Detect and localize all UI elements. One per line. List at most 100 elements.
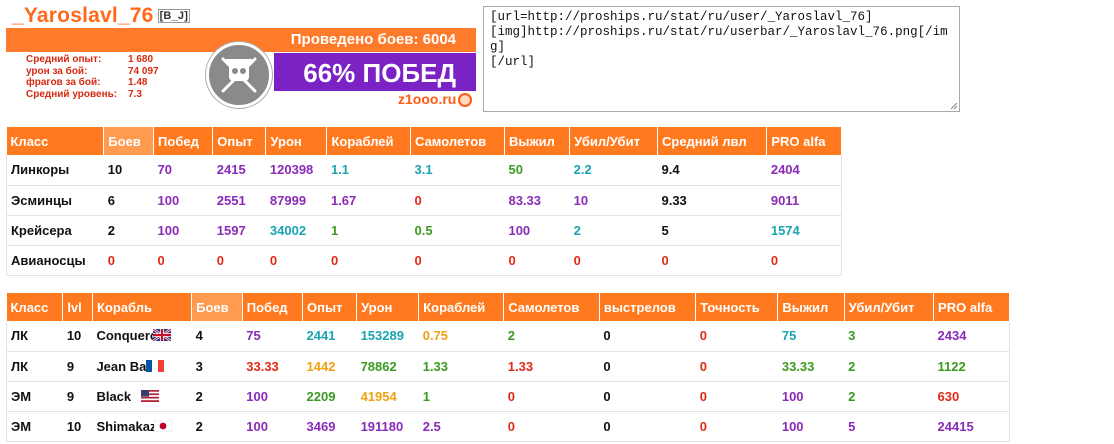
- table-cell: 2: [503, 321, 600, 352]
- table-cell: 34002: [265, 215, 327, 246]
- table-cell: 2: [569, 215, 658, 246]
- table-cell: 0: [599, 411, 696, 442]
- table-cell: 0.75: [418, 321, 504, 352]
- table-cell: 100: [777, 411, 845, 442]
- table-cell: 0: [695, 411, 778, 442]
- table-cell: 100: [242, 411, 303, 442]
- table-cell: 0.5: [410, 215, 505, 246]
- col-header[interactable]: Кораблей: [326, 127, 412, 155]
- table-cell: 2: [844, 381, 934, 412]
- col-header[interactable]: PRO alfa: [933, 293, 1010, 321]
- table-cell: 0: [766, 245, 842, 276]
- table-cell: 100: [153, 185, 213, 216]
- table-cell: 10: [103, 155, 154, 186]
- col-header[interactable]: Самолетов: [503, 293, 600, 321]
- userbar-stats: Средний опыт: 1 680 урон за бой: 74 097 фр…: [26, 54, 159, 100]
- table-row: Авианосцы 0 0 0 0 0 0 0 0 0 0: [6, 245, 842, 276]
- resize-grip-icon[interactable]: [948, 100, 958, 110]
- france-flag-icon: [145, 359, 164, 372]
- class-table-header: Класс Боев Побед Опыт Урон Кораблей Само…: [6, 127, 842, 155]
- table-row: Эсминцы 6 100 2551 87999 1.67 0 83.33 10…: [6, 185, 842, 216]
- table-cell: 0: [504, 245, 570, 276]
- table-cell: 0: [599, 321, 696, 352]
- table-cell: 3469: [302, 411, 357, 442]
- col-header[interactable]: Боев: [103, 127, 155, 155]
- table-cell: 2209: [302, 381, 357, 412]
- table-cell: 2404: [766, 155, 842, 186]
- table-cell: 9: [62, 381, 93, 412]
- col-header[interactable]: Класс: [6, 293, 64, 321]
- table-cell: 2: [191, 411, 243, 442]
- table-cell: 6: [103, 185, 154, 216]
- col-header[interactable]: Самолетов: [410, 127, 505, 155]
- japan-flag-icon: [153, 419, 172, 432]
- table-cell: 0: [695, 351, 778, 382]
- col-header[interactable]: Класс: [6, 127, 105, 155]
- userbar-stat-row: урон за бой: 74 097: [26, 65, 159, 77]
- table-cell: 87999: [265, 185, 327, 216]
- table-cell: 2434: [933, 321, 1010, 352]
- col-header[interactable]: Урон: [265, 127, 328, 155]
- site-logo-icon: [458, 93, 472, 107]
- table-row: ЭМ 9 Black 2 100 2209 41954 1 0 0 0 100 …: [6, 381, 1010, 412]
- col-header[interactable]: Выжил: [504, 127, 571, 155]
- col-header[interactable]: Урон: [356, 293, 420, 321]
- col-header[interactable]: Боев: [191, 293, 243, 321]
- table-cell: ЭМ: [6, 411, 63, 442]
- table-cell: 1.67: [326, 185, 411, 216]
- col-header[interactable]: Корабль: [92, 293, 193, 321]
- col-header[interactable]: lvl: [62, 293, 93, 321]
- table-cell: 83.33: [504, 185, 570, 216]
- table-cell: 1574: [766, 215, 842, 246]
- userbar-stat-row: Средний опыт: 1 680: [26, 54, 154, 65]
- table-cell: 33.33: [242, 351, 303, 382]
- col-header[interactable]: Убил/Убит: [569, 127, 658, 155]
- table-cell: 3: [191, 351, 243, 382]
- ship-name-cell: Shimakaze: [92, 411, 192, 442]
- col-header[interactable]: Выжил: [777, 293, 845, 321]
- userbar-battles-count: Проведено боев: 6004: [290, 31, 456, 48]
- table-cell: 24415: [933, 411, 1010, 442]
- col-header[interactable]: Побед: [153, 127, 214, 155]
- col-header[interactable]: выстрелов: [599, 293, 697, 321]
- table-cell: 1: [418, 381, 504, 412]
- col-header[interactable]: Точность: [695, 293, 779, 321]
- col-header[interactable]: Опыт: [302, 293, 358, 321]
- table-cell: 9.33: [657, 185, 767, 216]
- table-cell: Крейсера: [6, 215, 104, 246]
- userbar-stat-row: фрагов за бой: 1.48: [26, 77, 148, 88]
- col-header[interactable]: Кораблей: [418, 293, 505, 321]
- table-cell: 0: [326, 245, 411, 276]
- userbar-win-rate-strip: 66% ПОБЕД: [274, 53, 476, 91]
- col-header[interactable]: Побед: [242, 293, 304, 321]
- table-cell: 2: [191, 381, 243, 412]
- col-header[interactable]: Опыт: [212, 127, 267, 155]
- table-cell: 4: [191, 321, 243, 352]
- table-cell: 2.2: [569, 155, 658, 186]
- table-cell: 1.33: [418, 351, 504, 382]
- ship-table-header: Класс lvl Корабль Боев Побед Опыт Урон К…: [6, 293, 1010, 321]
- usa-flag-icon: [141, 389, 160, 402]
- table-cell: 1.1: [326, 155, 411, 186]
- table-cell: 0: [503, 411, 600, 442]
- table-cell: 0: [657, 245, 767, 276]
- table-cell: 1: [326, 215, 411, 246]
- col-header[interactable]: Средний лвл: [657, 127, 768, 155]
- col-header[interactable]: PRO alfa: [766, 127, 842, 155]
- userbar-site-link: z1ooo.ru: [398, 91, 457, 107]
- table-cell: 70: [153, 155, 213, 186]
- table-cell: 0: [599, 381, 696, 412]
- userbar-clan-tag: [B_J]: [157, 9, 191, 23]
- table-cell: 100: [504, 215, 570, 246]
- table-cell: 100: [777, 381, 845, 412]
- col-header[interactable]: Убил/Убит: [844, 293, 935, 321]
- table-cell: 100: [242, 381, 303, 412]
- userbar-bbcode-textarea[interactable]: [url=http://proships.ru/stat/ru/user/_Ya…: [483, 6, 960, 112]
- ship-name-cell: Black: [92, 381, 192, 412]
- table-cell: 0: [410, 245, 505, 276]
- table-cell: 78862: [356, 351, 419, 382]
- table-row: ЭМ 10 Shimakaze 2 100 3469 191180 2.5 0 …: [6, 411, 1010, 442]
- table-cell: Линкоры: [6, 155, 104, 186]
- table-row: Крейсера 2 100 1597 34002 1 0.5 100 2 5 …: [6, 215, 842, 246]
- table-cell: 0: [265, 245, 327, 276]
